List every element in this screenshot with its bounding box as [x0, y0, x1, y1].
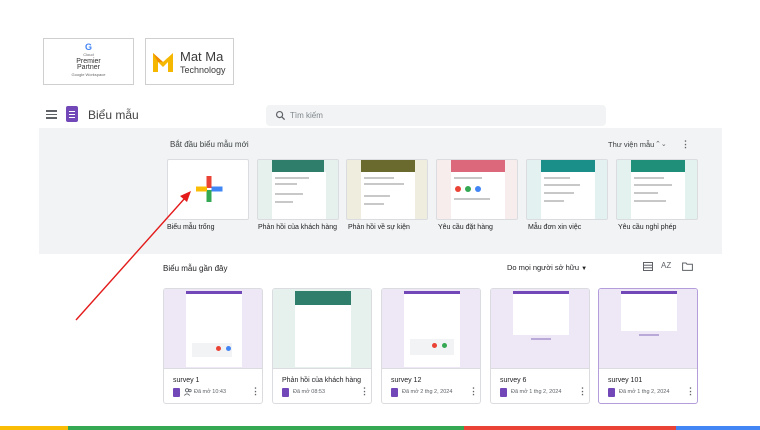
- forms-file-icon: [173, 388, 180, 397]
- sort-az-icon[interactable]: AZ: [661, 261, 671, 270]
- form-thumbnail: [491, 289, 589, 369]
- last-opened: Đã mở 1 thg 2, 2024: [511, 389, 562, 395]
- last-opened: Đã mở 1 thg 2, 2024: [619, 389, 670, 395]
- owner-filter-label: Do mọi người sở hữu: [507, 263, 579, 272]
- section-title-recent: Biểu mẫu gần đây: [163, 264, 228, 273]
- more-options-icon[interactable]: ⋮: [578, 386, 587, 397]
- more-options-icon[interactable]: ⋮: [360, 386, 369, 397]
- recent-form-card[interactable]: survey 1 Đã mở 10:43 ⋮: [163, 288, 263, 404]
- last-opened: Đã mở 08:53: [293, 389, 326, 395]
- more-options-icon[interactable]: ⋮: [251, 386, 260, 397]
- recent-form-card[interactable]: survey 6 Đã mở 1 thg 2, 2024 ⋮: [490, 288, 590, 404]
- recent-form-card[interactable]: Phản hồi của khách hàng Đã mở 08:53 ⋮: [272, 288, 372, 404]
- form-name: survey 6: [500, 377, 527, 384]
- more-options-icon[interactable]: ⋮: [686, 386, 695, 397]
- shared-users-icon: [184, 388, 192, 396]
- last-opened: Đã mở 2 thg 2, 2024: [402, 389, 453, 395]
- folder-icon[interactable]: [682, 262, 693, 271]
- owner-filter-dropdown[interactable]: Do mọi người sở hữu ▼: [507, 263, 587, 272]
- recent-form-card[interactable]: survey 101 Đã mở 1 thg 2, 2024 ⋮: [598, 288, 698, 404]
- forms-file-icon: [608, 388, 615, 397]
- form-thumbnail: [382, 289, 480, 369]
- recent-form-card[interactable]: survey 12 Đã mở 2 thg 2, 2024 ⋮: [381, 288, 481, 404]
- form-name: survey 101: [608, 377, 643, 384]
- form-name: survey 1: [173, 377, 200, 384]
- dropdown-arrow-icon: ▼: [581, 266, 588, 272]
- form-thumbnail: [273, 289, 371, 369]
- bottom-color-bar: [0, 426, 760, 430]
- page: G Cloud Premier Partner Google Workspace…: [0, 0, 760, 430]
- form-thumbnail: [599, 289, 697, 369]
- form-name: survey 12: [391, 377, 422, 384]
- forms-file-icon: [282, 388, 289, 397]
- list-view-icon[interactable]: [643, 262, 653, 271]
- forms-file-icon: [500, 388, 507, 397]
- form-thumbnail: [164, 289, 262, 369]
- last-opened: Đã mở 10:43: [194, 389, 227, 395]
- form-name: Phản hồi của khách hàng: [282, 377, 362, 384]
- more-options-icon[interactable]: ⋮: [469, 386, 478, 397]
- forms-file-icon: [391, 388, 398, 397]
